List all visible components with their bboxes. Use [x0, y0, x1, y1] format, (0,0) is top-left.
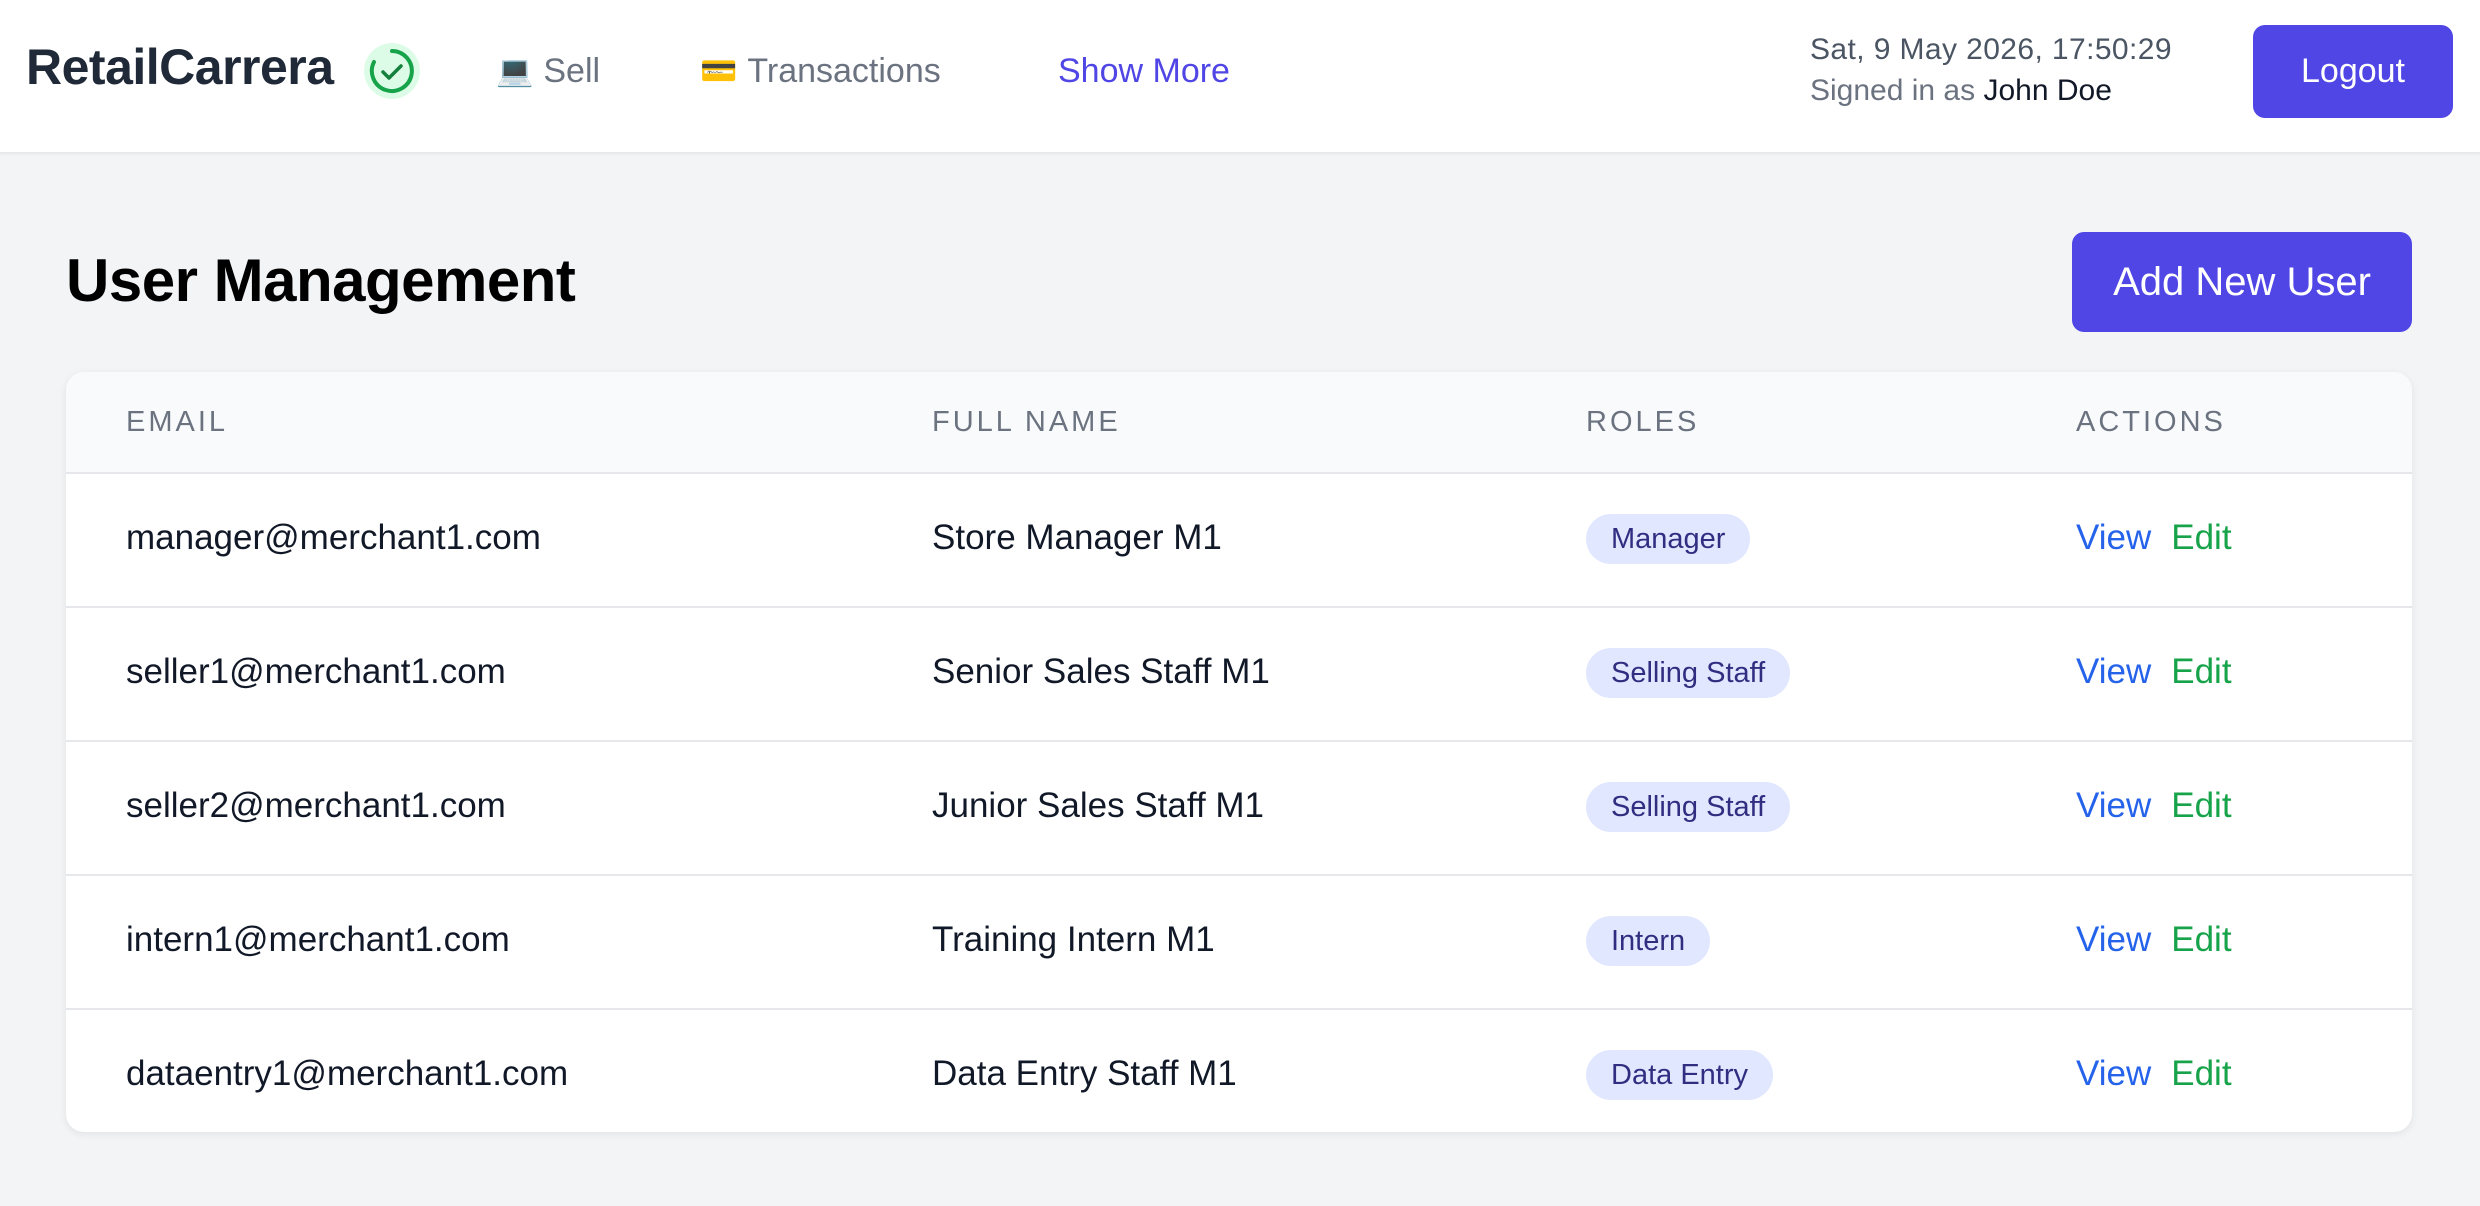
- nav-sell-label: Sell: [543, 52, 601, 90]
- user-full-name: Store Manager M1: [932, 518, 1222, 557]
- column-header-roles: ROLES: [1586, 406, 1700, 438]
- nav-sell[interactable]: 💻 Sell: [496, 52, 600, 91]
- nav-transactions-label: Transactions: [747, 52, 941, 90]
- top-navbar: RetailCarrera 💻 Sell 💳 Transactions Show…: [0, 0, 2480, 153]
- add-new-user-button[interactable]: Add New User: [2072, 232, 2412, 332]
- user-email: intern1@merchant1.com: [126, 920, 510, 959]
- user-email: dataentry1@merchant1.com: [126, 1054, 569, 1093]
- user-email: manager@merchant1.com: [126, 518, 541, 557]
- edit-user-link[interactable]: Edit: [2171, 518, 2231, 558]
- current-datetime: Sat, 9 May 2026, 17:50:29: [1810, 33, 2172, 66]
- table-row: seller2@merchant1.com Junior Sales Staff…: [66, 742, 2412, 876]
- user-full-name: Data Entry Staff M1: [932, 1054, 1237, 1093]
- nav-show-more-label: Show More: [1058, 52, 1230, 90]
- edit-user-link[interactable]: Edit: [2171, 786, 2231, 826]
- nav-show-more[interactable]: Show More: [1058, 52, 1230, 91]
- row-actions: View Edit: [2076, 1054, 2232, 1094]
- table-row: dataentry1@merchant1.com Data Entry Staf…: [66, 1010, 2412, 1132]
- table-row: intern1@merchant1.com Training Intern M1…: [66, 876, 2412, 1010]
- view-user-link[interactable]: View: [2076, 652, 2151, 692]
- signed-in-info: Signed in as John Doe: [1810, 74, 2112, 108]
- page-title: User Management: [66, 247, 576, 314]
- laptop-icon: 💻: [496, 55, 534, 88]
- signed-in-prefix: Signed in as: [1810, 74, 1976, 107]
- role-badge: Intern: [1586, 916, 1711, 966]
- role-badge: Selling Staff: [1586, 648, 1791, 698]
- table-row: seller1@merchant1.com Senior Sales Staff…: [66, 608, 2412, 742]
- edit-user-link[interactable]: Edit: [2171, 920, 2231, 960]
- credit-card-icon: 💳: [700, 55, 738, 88]
- user-email: seller2@merchant1.com: [126, 786, 506, 825]
- view-user-link[interactable]: View: [2076, 786, 2151, 826]
- view-user-link[interactable]: View: [2076, 1054, 2151, 1094]
- column-header-email: EMAIL: [126, 406, 229, 438]
- column-header-full-name: FULL NAME: [932, 406, 1121, 438]
- row-actions: View Edit: [2076, 518, 2232, 558]
- view-user-link[interactable]: View: [2076, 920, 2151, 960]
- user-email: seller1@merchant1.com: [126, 652, 506, 691]
- user-full-name: Junior Sales Staff M1: [932, 786, 1265, 825]
- edit-user-link[interactable]: Edit: [2171, 652, 2231, 692]
- row-actions: View Edit: [2076, 652, 2232, 692]
- users-table: EMAIL FULL NAME ROLES ACTIONS manager@me…: [66, 372, 2412, 1132]
- role-badge: Selling Staff: [1586, 782, 1791, 832]
- view-user-link[interactable]: View: [2076, 518, 2151, 558]
- row-actions: View Edit: [2076, 920, 2232, 960]
- role-badge: Manager: [1586, 514, 1751, 564]
- role-badge: Data Entry: [1586, 1050, 1773, 1100]
- user-full-name: Senior Sales Staff M1: [932, 652, 1270, 691]
- table-body: manager@merchant1.com Store Manager M1 M…: [66, 474, 2412, 1132]
- user-full-name: Training Intern M1: [932, 920, 1215, 959]
- user-name: John Doe: [1983, 74, 2112, 107]
- edit-user-link[interactable]: Edit: [2171, 1054, 2231, 1094]
- column-header-actions: ACTIONS: [2076, 406, 2226, 438]
- table-row: manager@merchant1.com Store Manager M1 M…: [66, 474, 2412, 608]
- check-circle-icon: [364, 43, 420, 99]
- row-actions: View Edit: [2076, 786, 2232, 826]
- logout-button[interactable]: Logout: [2253, 25, 2453, 118]
- brand-logo[interactable]: RetailCarrera: [26, 38, 334, 96]
- nav-transactions[interactable]: 💳 Transactions: [700, 52, 941, 91]
- table-header: EMAIL FULL NAME ROLES ACTIONS: [66, 372, 2412, 474]
